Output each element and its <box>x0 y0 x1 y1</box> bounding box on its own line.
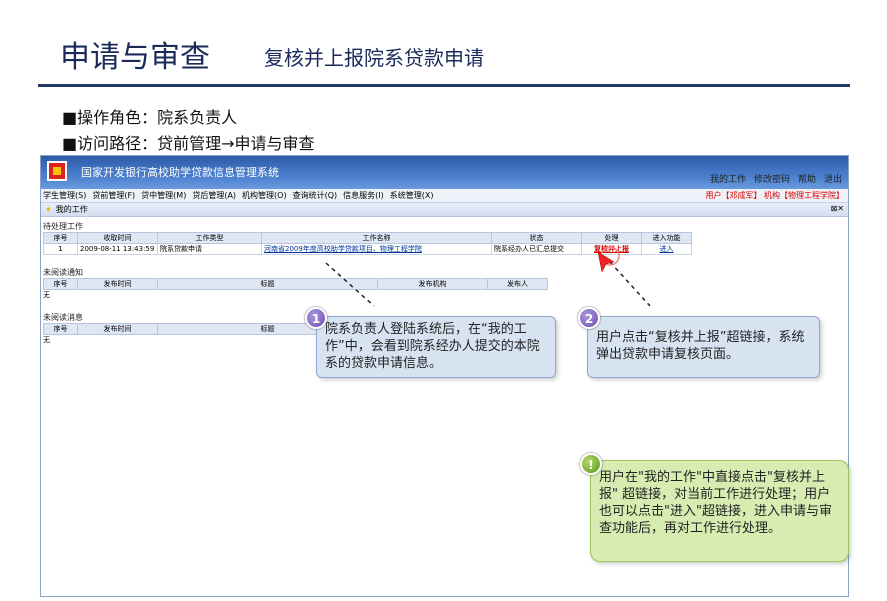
pending-table: 序号 收取时间 工作类型 工作名称 状态 处理 进入功能 1 2009-08-1… <box>43 232 692 255</box>
col-time: 发布时间 <box>77 323 158 335</box>
panel-close-icon[interactable]: ⊠✕ <box>831 204 844 213</box>
col-title: 标题 <box>157 278 378 290</box>
cell-action: 复核并上报 <box>581 243 642 255</box>
menu-student[interactable]: 学生管理(S) <box>43 190 86 201</box>
enter-link[interactable]: 进入 <box>660 245 674 253</box>
cell-no: 1 <box>43 243 78 255</box>
menu-query[interactable]: 查询统计(Q) <box>293 190 338 201</box>
tip-badge: ! <box>580 453 602 475</box>
col-type: 工作类型 <box>157 232 262 244</box>
user-info: 用户【邓成军】 机构【物理工程学院】 <box>705 191 844 200</box>
step-2-badge: 2 <box>578 307 600 329</box>
callout-login: 院系负责人登陆系统后，在“我的工作”中，会看到院系经办人提交的本院系的贷款申请信… <box>316 316 556 378</box>
change-password-link[interactable]: 修改密码 <box>754 172 790 185</box>
callout-review: 用户点击“复核并上报”超链接，系统弹出贷款申请复核页面。 <box>587 316 820 378</box>
table-row: 1 2009-08-11 13:43:59 院系贷款申请 河南省2009年度高校… <box>43 243 692 255</box>
menu-mid-loan[interactable]: 贷中管理(M) <box>141 190 186 201</box>
menu-post-loan[interactable]: 贷后管理(A) <box>192 190 236 201</box>
col-no: 序号 <box>43 278 78 290</box>
callout-tip: 用户在"我的工作"中直接点击"复核并上报" 超链接，对当前工作进行处理；用户也可… <box>590 460 849 562</box>
slide-title: 申请与审查 <box>60 40 210 75</box>
menu-pre-loan[interactable]: 贷前管理(F) <box>92 190 135 201</box>
app-header: 国家开发银行高校助学贷款信息管理系统 我的工作 修改密码 帮助 退出 <box>41 156 848 189</box>
cell-time: 2009-08-11 13:43:59 <box>77 243 158 255</box>
notices-empty: 无 <box>43 291 50 299</box>
col-action: 处理 <box>581 232 642 244</box>
menu-info[interactable]: 信息服务(I) <box>343 190 384 201</box>
col-name: 工作名称 <box>261 232 492 244</box>
menu-org[interactable]: 机构管理(O) <box>242 190 287 201</box>
star-icon: ✦ <box>45 205 52 214</box>
col-publisher: 发布人 <box>487 278 548 290</box>
step-1-badge: 1 <box>305 307 327 329</box>
panel-bar: ✦ 我的工作 ⊠✕ <box>41 203 848 217</box>
col-status: 状态 <box>491 232 582 244</box>
col-time: 发布时间 <box>77 278 158 290</box>
cell-status: 院系经办人已汇总提交 <box>491 243 582 255</box>
work-name-link[interactable]: 河南省2009年度高校助学贷款项目、物理工程学院 <box>264 245 422 253</box>
notices-table: 序号 发布时间 标题 发布机构 发布人 <box>43 278 548 290</box>
help-link[interactable]: 帮助 <box>798 172 816 185</box>
col-time: 收取时间 <box>77 232 158 244</box>
col-enter: 进入功能 <box>641 232 692 244</box>
pending-title: 待处理工作 <box>43 222 83 231</box>
col-org: 发布机构 <box>377 278 488 290</box>
cell-enter: 进入 <box>641 243 692 255</box>
bullet-path: ■访问路径：贷前管理→申请与审查 <box>62 134 315 153</box>
notices-title: 未阅读通知 <box>43 268 83 277</box>
app-name: 国家开发银行高校助学贷款信息管理系统 <box>81 166 279 179</box>
slide-subtitle: 复核并上报院系贷款申请 <box>264 46 484 70</box>
header-links: 我的工作 修改密码 帮助 退出 <box>710 172 842 185</box>
title-rule <box>38 84 850 87</box>
col-no: 序号 <box>43 232 78 244</box>
menu-bar: 学生管理(S) 贷前管理(F) 贷中管理(M) 贷后管理(A) 机构管理(O) … <box>41 189 848 203</box>
col-no: 序号 <box>43 323 78 335</box>
bank-logo-icon <box>47 161 67 181</box>
bullet-role: ■操作角色：院系负责人 <box>62 108 238 127</box>
cell-name: 河南省2009年度高校助学贷款项目、物理工程学院 <box>261 243 492 255</box>
menu-system[interactable]: 系统管理(X) <box>390 190 434 201</box>
panel-title: 我的工作 <box>55 205 88 214</box>
review-report-link[interactable]: 复核并上报 <box>594 245 629 253</box>
my-work-link[interactable]: 我的工作 <box>710 172 746 185</box>
cell-type: 院系贷款申请 <box>157 243 262 255</box>
logout-link[interactable]: 退出 <box>824 172 842 185</box>
